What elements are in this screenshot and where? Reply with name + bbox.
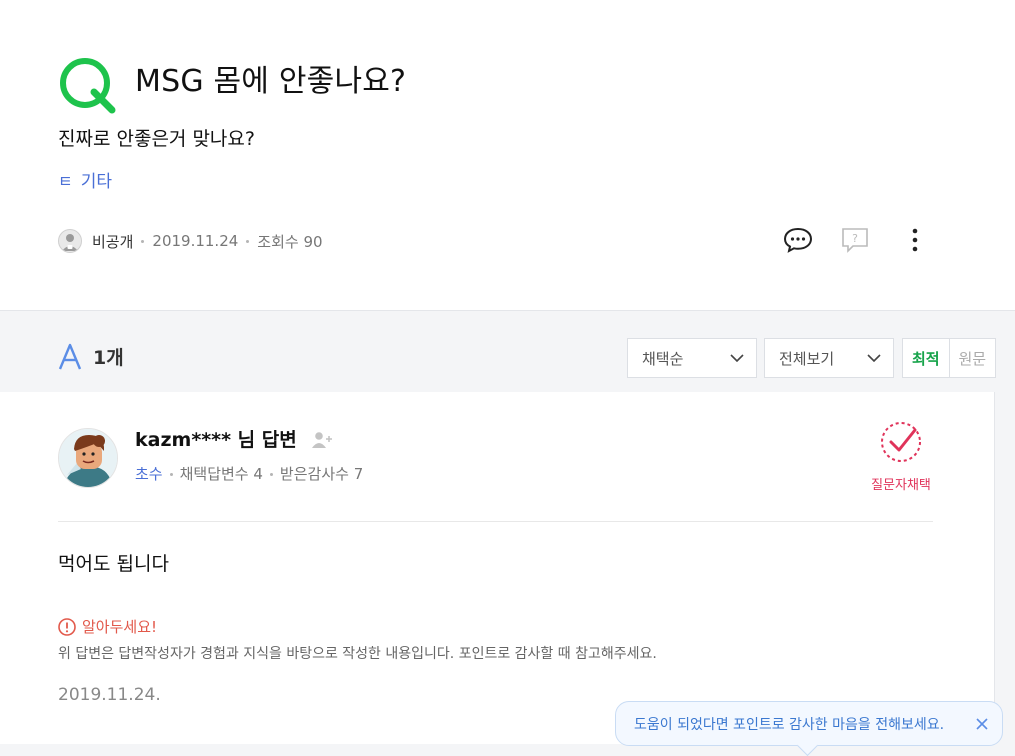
separator-dot — [169, 472, 173, 476]
sort-select-value: 채택순 — [642, 349, 684, 368]
svg-text:?: ? — [852, 232, 858, 245]
chevron-down-icon — [867, 354, 881, 362]
answerer-grade[interactable]: 초수 — [135, 462, 163, 486]
sort-select[interactable]: 채택순 — [627, 338, 757, 378]
asker-choose-button[interactable]: 질문자채택 — [866, 420, 936, 493]
filter-select-value: 전체보기 — [779, 349, 835, 368]
answer-divider — [58, 521, 933, 522]
question-title: MSG 몸에 안좋나요? — [135, 64, 407, 99]
thanks-tooltip: 도움이 되었다면 포인트로 감사한 마음을 전해보세요. — [615, 701, 1003, 756]
answerer-avatar[interactable] — [58, 428, 118, 488]
category-label: 기타 — [80, 172, 113, 192]
notice-title-text: 알아두세요! — [82, 618, 158, 636]
answerer-name[interactable]: kazm**** 님 답변 — [135, 426, 297, 454]
notice-title: 알아두세요! — [58, 616, 157, 638]
check-stamp-icon — [881, 422, 921, 462]
category-link[interactable]: ㅌ 기타 — [58, 170, 112, 194]
answer-a-icon — [58, 343, 82, 370]
speech-bubble-icon — [783, 227, 813, 253]
chevron-down-icon — [730, 354, 744, 362]
category-icon: ㅌ — [58, 172, 73, 191]
question-q-icon — [60, 58, 116, 114]
question-body: 진짜로 안좋은거 맞나요? — [58, 128, 255, 150]
thanks-count: 받은감사수 7 — [279, 465, 364, 483]
choose-label: 질문자채택 — [871, 478, 931, 493]
answer-date: 2019.11.24. — [58, 685, 161, 705]
question-bubble-icon: ? — [842, 228, 868, 253]
more-options-button[interactable] — [900, 224, 930, 256]
adopted-count: 채택답변수 4 — [179, 465, 263, 483]
question-mark-button[interactable]: ? — [840, 224, 870, 256]
author-avatar — [58, 229, 82, 253]
filter-select[interactable]: 전체보기 — [764, 338, 894, 378]
question-section: MSG 몸에 안좋나요? 진짜로 안좋은거 맞나요? ㅌ 기타 비공개 2019… — [0, 0, 1015, 310]
separator-dot — [141, 239, 145, 243]
alert-icon — [58, 618, 76, 636]
comment-button[interactable] — [783, 224, 813, 256]
answerer-meta: 초수 채택답변수 4 받은감사수 7 — [135, 462, 363, 486]
kebab-menu-icon — [912, 228, 918, 252]
notice-text: 위 답변은 답변작성자가 경험과 지식을 바탕으로 작성한 내용입니다. 포인트… — [58, 646, 657, 662]
answer-body: 먹어도 됩니다 — [58, 553, 169, 575]
close-icon[interactable] — [974, 716, 990, 732]
add-friend-icon[interactable] — [311, 431, 333, 449]
answerer-name-row: kazm**** 님 답변 — [135, 426, 333, 454]
toggle-original[interactable]: 원문 — [950, 339, 996, 377]
question-date: 2019.11.24 — [152, 232, 239, 250]
toggle-best[interactable]: 최적 — [903, 339, 950, 377]
question-actions: ? — [783, 224, 930, 256]
view-count: 조회수 90 — [257, 232, 323, 251]
separator-dot — [246, 239, 250, 243]
tooltip-text: 도움이 되었다면 포인트로 감사한 마음을 전해보세요. — [634, 716, 945, 733]
question-meta: 비공개 2019.11.24 조회수 90 — [58, 228, 323, 254]
separator-dot — [269, 472, 273, 476]
answer-count: 1개 — [93, 347, 124, 369]
view-toggle: 최적 원문 — [902, 338, 996, 378]
author-name: 비공개 — [92, 232, 134, 251]
